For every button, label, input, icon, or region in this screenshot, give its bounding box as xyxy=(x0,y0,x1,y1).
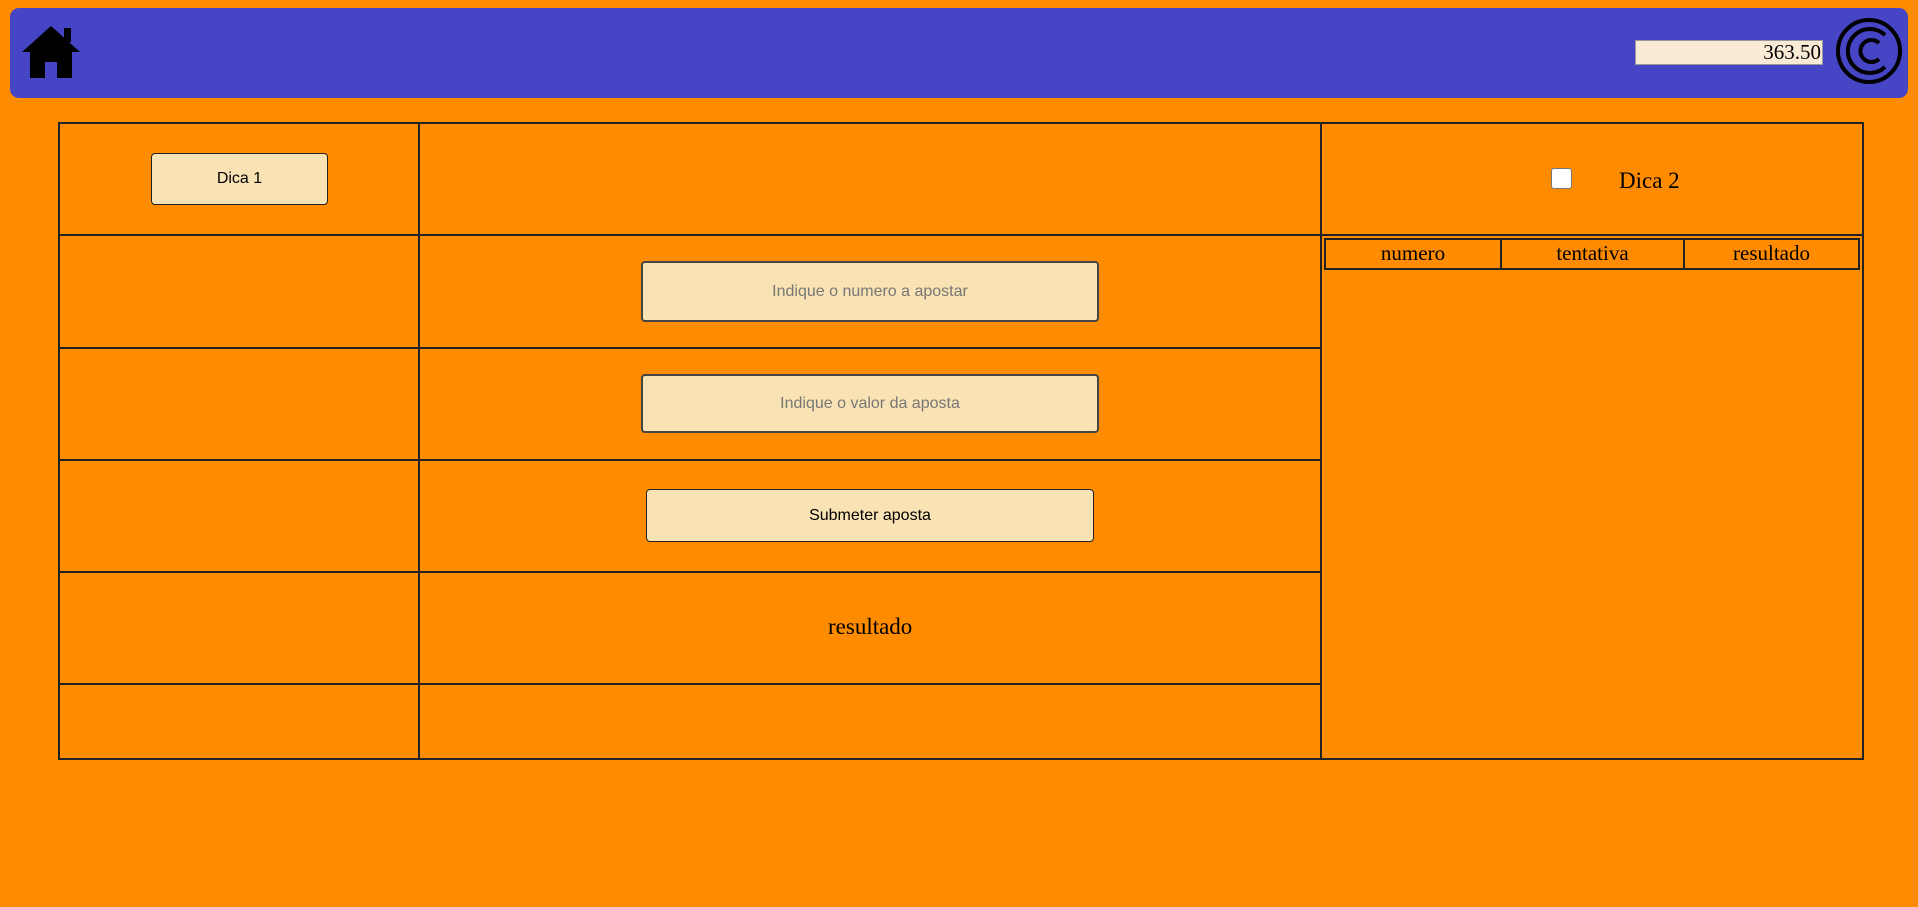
submit-bet-button[interactable]: Submeter aposta xyxy=(646,489,1094,542)
grid-divider xyxy=(1320,234,1864,236)
history-header-tentativa: tentativa xyxy=(1502,240,1685,268)
result-label: resultado xyxy=(828,614,913,639)
home-icon[interactable] xyxy=(20,24,82,80)
history-header-numero: numero xyxy=(1326,240,1502,268)
bet-amount-input[interactable] xyxy=(641,374,1099,433)
top-bar xyxy=(10,8,1908,98)
coin-icon xyxy=(1836,18,1902,84)
grid-divider xyxy=(58,683,1322,685)
grid-divider xyxy=(58,347,1322,349)
grid-divider xyxy=(58,571,1322,573)
history-table: numero tentativa resultado xyxy=(1324,238,1860,270)
bet-number-input[interactable] xyxy=(641,261,1099,322)
history-header-resultado: resultado xyxy=(1733,241,1810,265)
hint2-label: Dica 2 xyxy=(1619,168,1680,193)
hint1-button[interactable]: Dica 1 xyxy=(151,153,328,205)
grid-divider xyxy=(1320,122,1322,760)
grid-divider xyxy=(418,122,420,760)
hint2-checkbox[interactable] xyxy=(1551,168,1572,189)
game-grid xyxy=(58,122,1864,760)
grid-divider xyxy=(58,234,1322,236)
grid-divider xyxy=(58,459,1322,461)
balance-display xyxy=(1635,40,1823,65)
